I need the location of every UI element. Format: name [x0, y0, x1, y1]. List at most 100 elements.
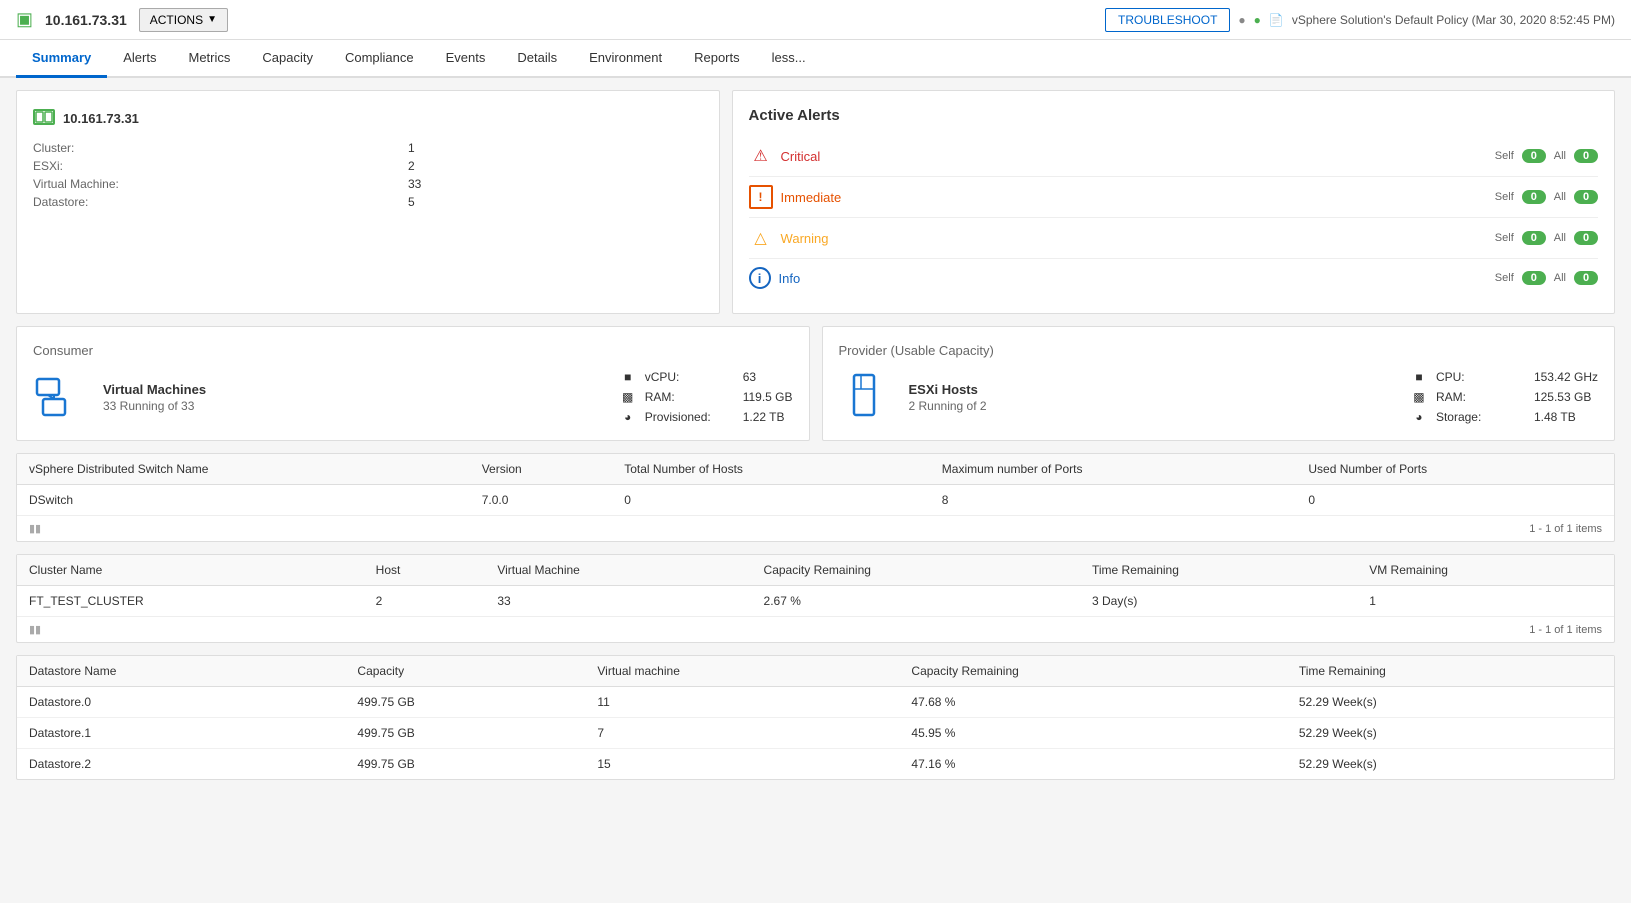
datastore-section: Datastore Name Capacity Virtual machine … — [16, 655, 1615, 780]
critical-icon: ⚠ — [749, 144, 773, 168]
col-capacity-remaining: Capacity Remaining — [752, 555, 1080, 586]
self-label-2: Self — [1495, 191, 1514, 203]
alert-critical-counts: Self 0 All 0 — [1495, 149, 1598, 163]
tab-details[interactable]: Details — [501, 40, 573, 78]
consumer-header: Consumer — [33, 343, 793, 358]
ds1-capacity-cell: 499.75 GB — [345, 718, 585, 749]
self-label-4: Self — [1495, 272, 1514, 284]
policy-text: vSphere Solution's Default Policy (Mar 3… — [1292, 13, 1615, 27]
info-grid: Cluster: 1 ESXi: 2 Virtual Machine: 33 D… — [33, 141, 703, 209]
alert-info-label[interactable]: Info — [779, 271, 1495, 286]
version-cell: 7.0.0 — [470, 485, 612, 516]
ds2-cap-rem-cell: 47.16 % — [899, 749, 1286, 780]
ram-stat-icon: ▩ — [619, 390, 637, 404]
tab-events[interactable]: Events — [430, 40, 502, 78]
alert-critical-label[interactable]: Critical — [781, 149, 1495, 164]
ds2-time-rem-cell: 52.29 Week(s) — [1287, 749, 1614, 780]
top-row: 10.161.73.31 Cluster: 1 ESXi: 2 Virtual … — [16, 90, 1615, 314]
switch-name-cell[interactable]: DSwitch — [17, 485, 470, 516]
storage-stat-icon: ◕ — [619, 410, 637, 424]
distributed-switch-table: vSphere Distributed Switch Name Version … — [17, 454, 1614, 515]
col-switch-name: vSphere Distributed Switch Name — [17, 454, 470, 485]
table-row: FT_TEST_CLUSTER 2 33 2.67 % 3 Day(s) 1 — [17, 586, 1614, 617]
tab-less[interactable]: less... — [756, 40, 822, 78]
top-bar: ▣ 10.161.73.31 ACTIONS ▼ TROUBLESHOOT ● … — [0, 0, 1631, 40]
summary-panel: 10.161.73.31 Cluster: 1 ESXi: 2 Virtual … — [16, 90, 720, 314]
consumer-stats: ■ vCPU: 63 ▩ RAM: 119.5 GB ◕ Provisioned… — [619, 370, 793, 424]
table-row: Datastore.0 499.75 GB 11 47.68 % 52.29 W… — [17, 687, 1614, 718]
col-version: Version — [470, 454, 612, 485]
info-self-count: 0 — [1522, 271, 1546, 285]
ds2-capacity-cell: 499.75 GB — [345, 749, 585, 780]
provisioned-row: ◕ Provisioned: 1.22 TB — [619, 410, 793, 424]
used-ports-cell: 0 — [1296, 485, 1614, 516]
cluster-resize-handle: ▮▮ — [29, 623, 41, 636]
tab-compliance[interactable]: Compliance — [329, 40, 430, 78]
tab-environment[interactable]: Environment — [573, 40, 678, 78]
nav-tabs: Summary Alerts Metrics Capacity Complian… — [0, 40, 1631, 78]
tab-capacity[interactable]: Capacity — [246, 40, 329, 78]
alert-immediate-counts: Self 0 All 0 — [1495, 190, 1598, 204]
tab-summary[interactable]: Summary — [16, 40, 107, 78]
tab-metrics[interactable]: Metrics — [172, 40, 246, 78]
all-label-3: All — [1554, 232, 1566, 244]
col-ds-capacity-remaining: Capacity Remaining — [899, 656, 1286, 687]
col-max-ports: Maximum number of Ports — [930, 454, 1297, 485]
table-row: Datastore.2 499.75 GB 15 47.16 % 52.29 W… — [17, 749, 1614, 780]
vcpu-value: 63 — [743, 370, 756, 384]
actions-button[interactable]: ACTIONS ▼ — [139, 8, 228, 32]
distributed-switch-section: vSphere Distributed Switch Name Version … — [16, 453, 1615, 542]
actions-label: ACTIONS — [150, 13, 203, 27]
summary-panel-title: 10.161.73.31 — [33, 107, 703, 129]
switch-table-footer: ▮▮ 1 - 1 of 1 items — [17, 515, 1614, 541]
all-label-4: All — [1554, 272, 1566, 284]
vm-resource-status: 33 Running of 33 — [103, 399, 206, 413]
vm-resource-icon — [33, 371, 83, 424]
ds2-name-cell[interactable]: Datastore.2 — [17, 749, 345, 780]
switch-pagination: 1 - 1 of 1 items — [1529, 523, 1602, 535]
all-label-2: All — [1554, 191, 1566, 203]
vm-remaining-cell: 1 — [1357, 586, 1614, 617]
distributed-switch-header-row: vSphere Distributed Switch Name Version … — [17, 454, 1614, 485]
cpu-row: ■ CPU: 153.42 GHz — [1410, 370, 1598, 384]
vcpu-label: vCPU: — [645, 370, 735, 384]
status-icon1: ● — [1238, 13, 1245, 27]
self-label-3: Self — [1495, 232, 1514, 244]
storage-value: 1.48 TB — [1534, 410, 1576, 424]
col-virtual-machine: Virtual Machine — [485, 555, 751, 586]
table-row: Datastore.1 499.75 GB 7 45.95 % 52.29 We… — [17, 718, 1614, 749]
alert-warning-label[interactable]: Warning — [781, 231, 1495, 246]
cpu-label: CPU: — [1436, 370, 1526, 384]
info-all-count: 0 — [1574, 271, 1598, 285]
ds0-name-cell[interactable]: Datastore.0 — [17, 687, 345, 718]
cluster-label: Cluster: — [33, 141, 400, 155]
vcpu-row: ■ vCPU: 63 — [619, 370, 793, 384]
cluster-name-cell[interactable]: FT_TEST_CLUSTER — [17, 586, 364, 617]
server-icon: ▣ — [16, 9, 33, 30]
cpu-icon: ■ — [1410, 370, 1428, 384]
troubleshoot-button[interactable]: TROUBLESHOOT — [1105, 8, 1230, 32]
provider-panel: Provider (Usable Capacity) ESXi Hosts 2 … — [822, 326, 1616, 441]
ds1-name-cell[interactable]: Datastore.1 — [17, 718, 345, 749]
consumer-panel: Consumer Virtual Machines 33 Running of … — [16, 326, 810, 441]
ds2-vm-cell: 15 — [585, 749, 899, 780]
esxi-label: ESXi: — [33, 159, 400, 173]
tab-alerts[interactable]: Alerts — [107, 40, 172, 78]
time-remaining-cell: 3 Day(s) — [1080, 586, 1357, 617]
col-datastore-name: Datastore Name — [17, 656, 345, 687]
capacity-remaining-cell: 2.67 % — [752, 586, 1080, 617]
ram-label: RAM: — [645, 390, 735, 404]
all-label: All — [1554, 150, 1566, 162]
col-total-hosts: Total Number of Hosts — [612, 454, 930, 485]
provider-content: ESXi Hosts 2 Running of 2 ■ CPU: 153.42 … — [839, 370, 1599, 424]
esxi-resource-status: 2 Running of 2 — [909, 399, 987, 413]
alert-immediate-label[interactable]: Immediate — [781, 190, 1495, 205]
consumer-info: Virtual Machines 33 Running of 33 — [103, 382, 206, 413]
top-bar-right: TROUBLESHOOT ● ● 📄 vSphere Solution's De… — [1105, 8, 1615, 32]
col-ds-capacity: Capacity — [345, 656, 585, 687]
tab-reports[interactable]: Reports — [678, 40, 756, 78]
alert-info-counts: Self 0 All 0 — [1495, 271, 1598, 285]
col-host: Host — [364, 555, 486, 586]
self-label: Self — [1495, 150, 1514, 162]
storage-icon: ◕ — [1410, 410, 1428, 424]
